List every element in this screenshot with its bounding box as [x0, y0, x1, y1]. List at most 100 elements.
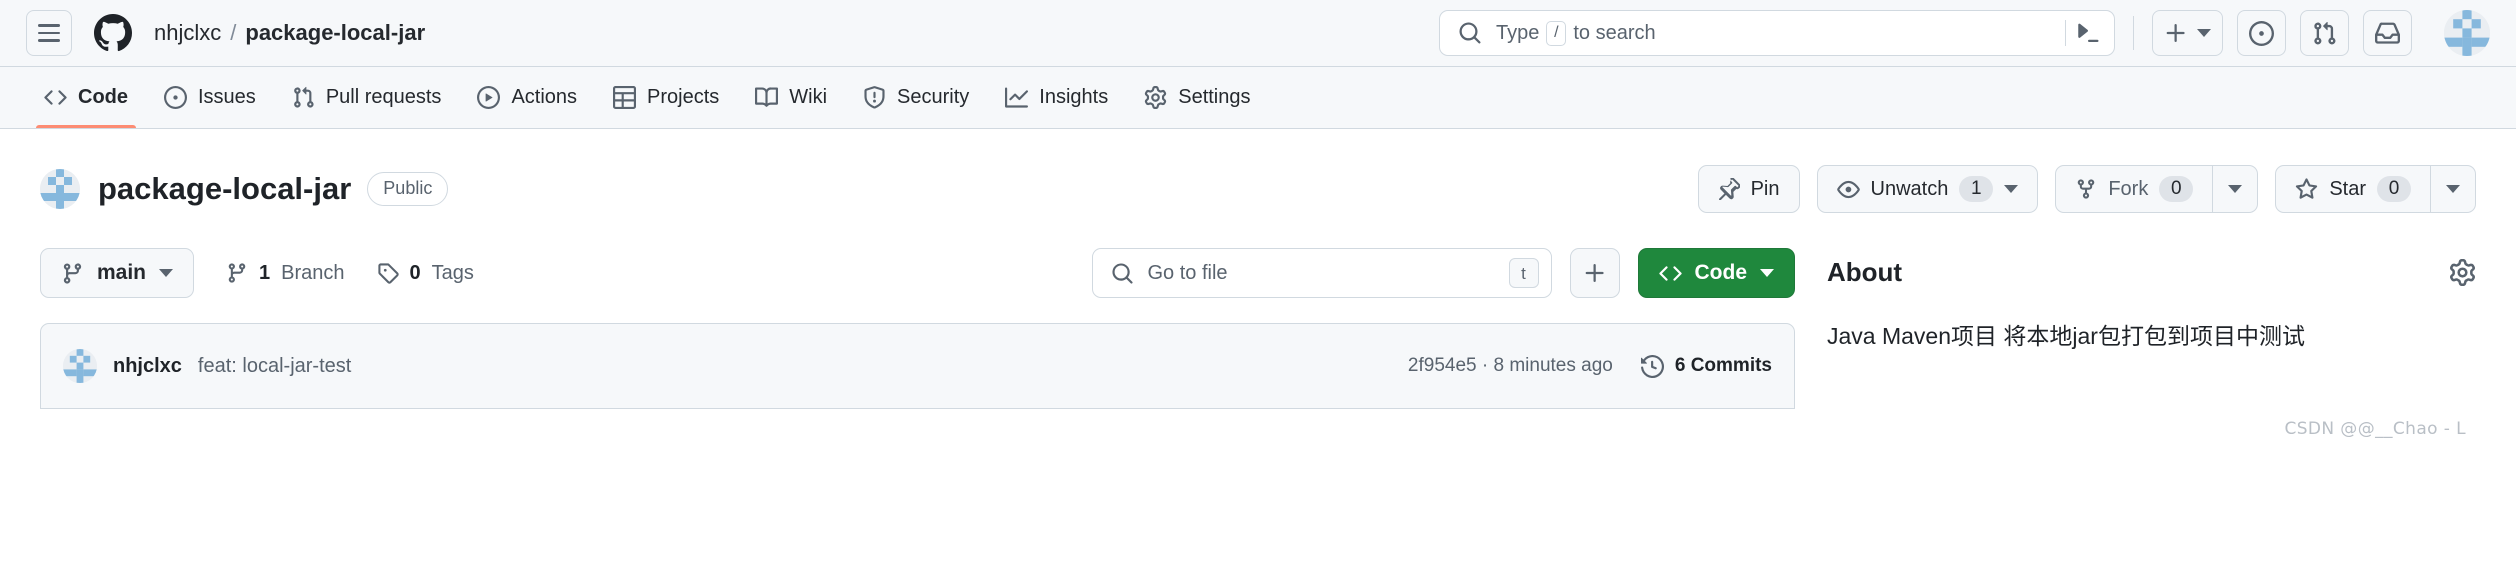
about-header: About	[1827, 247, 2476, 297]
tab-security[interactable]: Security	[845, 67, 987, 128]
chevron-down-icon	[1760, 269, 1774, 277]
search-right-adornments	[2065, 20, 2100, 46]
tab-code-label: Code	[78, 86, 128, 108]
command-palette-icon[interactable]	[2076, 21, 2100, 45]
inbox-icon	[2375, 21, 2400, 46]
tab-actions[interactable]: Actions	[459, 67, 595, 128]
create-new-button[interactable]	[2152, 10, 2223, 56]
file-toolbar-right: Go to file t Code	[1091, 248, 1795, 298]
commit-relative-time: 8 minutes ago	[1493, 355, 1613, 376]
add-file-button[interactable]	[1569, 248, 1620, 298]
tab-settings-label: Settings	[1178, 86, 1251, 108]
search-placeholder-prefix: Type	[1496, 21, 1540, 44]
notifications-button[interactable]	[2363, 10, 2412, 56]
tab-security-label: Security	[897, 86, 970, 108]
code-button-label: Code	[1694, 261, 1748, 284]
github-logo-icon[interactable]	[94, 14, 132, 52]
fork-button-group: Fork 0	[2055, 165, 2259, 213]
watch-button-label: Unwatch	[1870, 177, 1949, 200]
fork-count: 0	[2159, 176, 2194, 202]
star-button[interactable]: Star 0	[2275, 165, 2431, 213]
fork-button-label: Fork	[2108, 177, 2149, 200]
tag-count-label: Tags	[431, 261, 474, 284]
chevron-down-icon	[2228, 185, 2243, 193]
commit-meta-separator: ·	[1481, 355, 1489, 376]
breadcrumb: nhjclxc / package-local-jar	[154, 20, 425, 46]
global-header: nhjclxc / package-local-jar Type / to se…	[0, 0, 2516, 67]
branch-selector[interactable]: main	[40, 248, 195, 298]
git-pull-request-icon	[292, 86, 315, 109]
pin-button-label: Pin	[1750, 177, 1780, 200]
commit-author[interactable]: nhjclxc	[113, 355, 182, 378]
branch-name: main	[97, 261, 147, 284]
breadcrumb-owner[interactable]: nhjclxc	[154, 20, 221, 46]
tab-wiki-label: Wiki	[789, 86, 828, 108]
pin-button[interactable]: Pin	[1697, 165, 1800, 213]
tab-issues-label: Issues	[198, 86, 256, 108]
go-to-file-input[interactable]: Go to file t	[1091, 248, 1552, 298]
pin-icon	[1718, 178, 1740, 200]
repo-nav: Code Issues Pull requests Actions Projec…	[0, 67, 2516, 129]
tab-insights[interactable]: Insights	[987, 67, 1126, 128]
code-button[interactable]: Code	[1637, 248, 1795, 298]
chevron-down-icon	[159, 269, 174, 277]
branch-count-link[interactable]: 1 Branch	[226, 262, 345, 285]
plus-icon	[1583, 261, 1607, 285]
star-dropdown-button[interactable]	[2431, 165, 2476, 213]
tab-insights-label: Insights	[1039, 86, 1109, 108]
play-icon	[477, 86, 501, 109]
file-browser-column: main 1 Branch 0 Tags Go to file t Code n…	[40, 247, 1795, 409]
star-count: 0	[2377, 176, 2411, 202]
commit-sha-and-time[interactable]: 2f954e5 · 8 minutes ago	[1408, 355, 1613, 377]
eye-icon	[1836, 178, 1860, 201]
graph-icon	[1005, 86, 1029, 109]
repo-actions: Pin Unwatch 1 Fork 0 Star 0	[1697, 165, 2476, 213]
page-title[interactable]: package-local-jar	[98, 171, 351, 207]
breadcrumb-repo[interactable]: package-local-jar	[245, 20, 425, 46]
git-branch-icon	[61, 262, 84, 285]
commit-history-link[interactable]: 6 Commits	[1640, 354, 1772, 378]
issue-opened-icon	[164, 86, 187, 109]
repo-header: package-local-jar Public Pin Unwatch 1 F…	[0, 129, 2516, 221]
repo-forked-icon	[2075, 178, 2097, 200]
fork-dropdown-button[interactable]	[2213, 165, 2259, 213]
chevron-down-icon	[2004, 185, 2019, 193]
search-slash-key: /	[1546, 20, 1567, 46]
book-icon	[755, 86, 779, 109]
star-icon	[2295, 177, 2318, 201]
latest-commit-author-group: nhjclxc feat: local-jar-test	[63, 349, 351, 383]
go-to-file-placeholder: Go to file	[1147, 261, 1228, 284]
table-icon	[613, 86, 637, 109]
watch-button[interactable]: Unwatch 1	[1816, 165, 2039, 213]
search-divider	[2065, 20, 2066, 46]
commits-count-label: 6 Commits	[1674, 355, 1772, 376]
file-toolbar: main 1 Branch 0 Tags Go to file t Code	[40, 247, 1795, 299]
tab-projects-label: Projects	[647, 86, 720, 108]
chevron-down-icon	[2197, 29, 2211, 37]
hamburger-icon[interactable]	[26, 10, 72, 56]
star-button-label: Star	[2329, 177, 2366, 200]
tab-wiki[interactable]: Wiki	[737, 67, 845, 128]
tab-settings[interactable]: Settings	[1126, 67, 1268, 128]
fork-button[interactable]: Fork 0	[2055, 165, 2214, 213]
avatar[interactable]	[63, 349, 97, 383]
search-input[interactable]: Type / to search	[1439, 10, 2115, 56]
about-sidebar: About Java Maven项目 将本地jar包打包到项目中测试 CSDN …	[1827, 247, 2476, 439]
pull-requests-button[interactable]	[2300, 10, 2349, 56]
commit-sha: 2f954e5	[1407, 355, 1477, 376]
avatar[interactable]	[2444, 10, 2490, 56]
repo-owner-avatar[interactable]	[40, 169, 80, 209]
tab-pull-requests[interactable]: Pull requests	[274, 67, 460, 128]
commit-message[interactable]: feat: local-jar-test	[198, 355, 351, 378]
history-icon	[1640, 354, 1664, 378]
search-placeholder: Type / to search	[1496, 20, 1656, 46]
tab-issues[interactable]: Issues	[146, 67, 274, 128]
gear-icon[interactable]	[2449, 258, 2476, 286]
tag-count-link[interactable]: 0 Tags	[377, 262, 474, 285]
repo-body: main 1 Branch 0 Tags Go to file t Code n…	[0, 247, 2516, 439]
gear-icon	[1144, 86, 1167, 109]
star-button-group: Star 0	[2275, 165, 2476, 213]
tab-projects[interactable]: Projects	[595, 67, 737, 128]
issues-button[interactable]	[2237, 10, 2286, 56]
tab-code[interactable]: Code	[26, 67, 146, 128]
